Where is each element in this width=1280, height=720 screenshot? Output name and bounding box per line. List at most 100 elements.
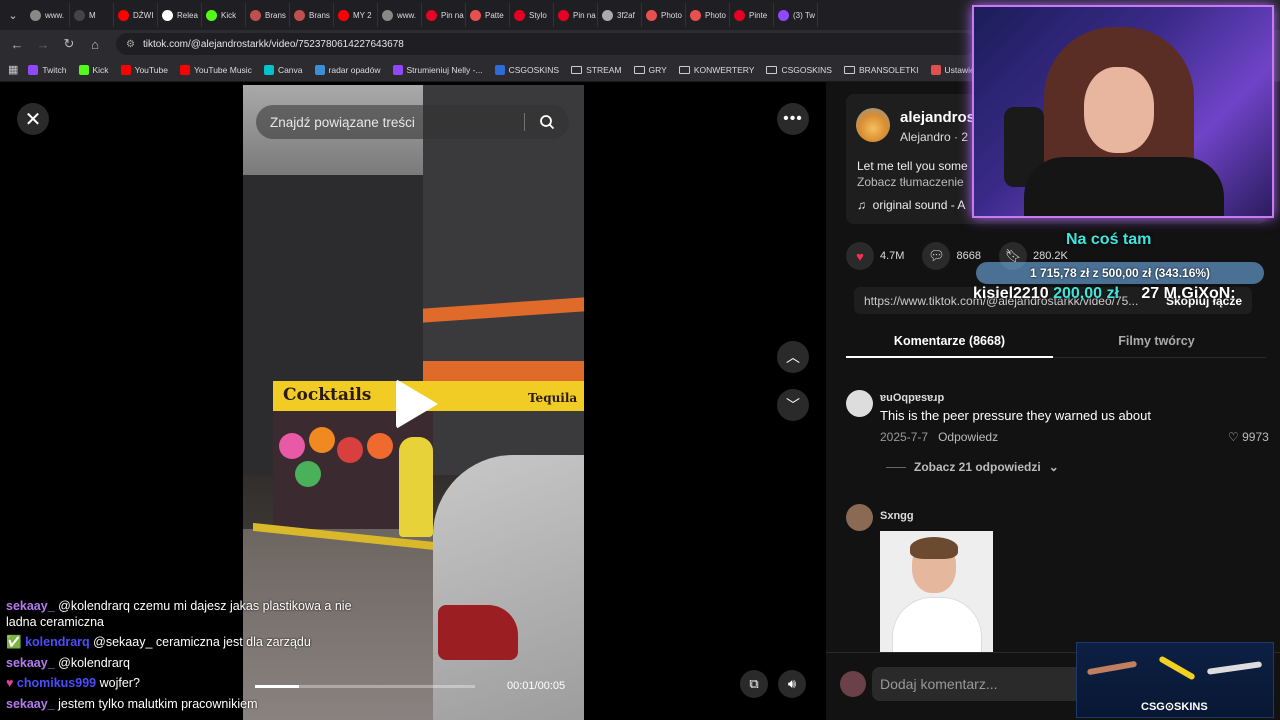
browser-tab[interactable]: Relea bbox=[158, 3, 202, 27]
related-search-bar[interactable]: Znajdź powiązane treści bbox=[256, 105, 569, 139]
volume-button[interactable]: 🔊︎ bbox=[778, 670, 806, 698]
skin-item-rifle bbox=[1206, 661, 1263, 675]
reload-icon[interactable]: ↻ bbox=[58, 33, 80, 55]
browser-tab[interactable]: M bbox=[70, 3, 114, 27]
comment-avatar[interactable] bbox=[846, 504, 873, 531]
bookmark-folder[interactable]: STREAM bbox=[571, 65, 622, 75]
sound-name: original sound - A bbox=[872, 198, 966, 212]
search-icon[interactable] bbox=[539, 114, 555, 130]
comment-action[interactable]: 💬︎ 8668 bbox=[922, 242, 981, 270]
url-field[interactable]: ⚙ tiktok.com/@alejandrostarkk/video/7523… bbox=[116, 33, 976, 55]
browser-tab[interactable]: DŹWI bbox=[114, 3, 158, 27]
comment-item: Sxngg bbox=[846, 504, 1276, 534]
chat-user: sekaay_ bbox=[6, 599, 55, 613]
tab-favicon-icon bbox=[646, 9, 657, 21]
apps-grid-icon[interactable]: ▦ bbox=[8, 63, 18, 76]
comment-username[interactable]: Sxngg bbox=[880, 510, 914, 522]
previous-video-button[interactable]: ︿ bbox=[777, 341, 809, 373]
chevron-down-icon: ⌄ bbox=[1048, 460, 1059, 474]
tab-favicon-icon bbox=[206, 9, 217, 21]
bookmark-item[interactable]: YouTube bbox=[120, 64, 168, 75]
browser-tab[interactable]: Kick bbox=[202, 3, 246, 27]
search-separator bbox=[524, 113, 525, 131]
folder-icon bbox=[766, 65, 778, 74]
browser-tab[interactable]: (3) Tw bbox=[774, 3, 818, 27]
folder-icon bbox=[678, 65, 690, 74]
bookmark-label: Twitch bbox=[42, 64, 67, 75]
webcam-overlay bbox=[972, 5, 1274, 218]
sponsor-logo: CSG⊙SKINS bbox=[1141, 701, 1208, 713]
video-building-right bbox=[423, 85, 584, 475]
close-button[interactable]: ✕ bbox=[17, 103, 49, 135]
sound-link[interactable]: ♫ original sound - A bbox=[857, 198, 965, 212]
tab-label: MY 2 bbox=[353, 10, 372, 20]
tab-favicon-icon bbox=[74, 9, 85, 21]
bookmark-item[interactable]: radar opadów bbox=[314, 64, 381, 75]
browser-tab[interactable]: Photo bbox=[642, 3, 686, 27]
view-replies-button[interactable]: Zobacz 21 odpowiedzi ⌄ bbox=[886, 460, 1059, 474]
browser-tab[interactable]: Pin na bbox=[554, 3, 598, 27]
bookmark-item[interactable]: YouTube Music bbox=[179, 64, 252, 75]
webcam-face bbox=[1084, 67, 1154, 153]
comment-avatar[interactable] bbox=[846, 390, 873, 417]
video-sign-cocktails: Cocktails bbox=[283, 385, 372, 405]
tab-label: M bbox=[89, 10, 96, 20]
comment-like-button[interactable]: ♡ 9973 bbox=[1228, 430, 1269, 444]
bookmark-item[interactable]: Twitch bbox=[28, 64, 67, 75]
home-icon[interactable]: ⌂ bbox=[84, 33, 106, 55]
tab-label: DŹWI bbox=[133, 10, 154, 20]
site-info-icon[interactable]: ⚙ bbox=[126, 39, 135, 50]
bookmark-item[interactable]: CSGOSKINS bbox=[494, 64, 559, 75]
like-action[interactable]: ♥ 4.7M bbox=[846, 242, 904, 270]
url-text: tiktok.com/@alejandrostarkk/video/752378… bbox=[142, 38, 404, 50]
tab-label: Photo bbox=[661, 10, 682, 20]
see-translation-link[interactable]: Zobacz tłumaczenie bbox=[857, 175, 964, 189]
bookmark-item[interactable]: Strumieniuj Nelly -... bbox=[392, 64, 483, 75]
chat-message: @kolendrarq bbox=[58, 655, 130, 670]
more-options-button[interactable]: ••• bbox=[777, 103, 809, 135]
tab-favicon-icon bbox=[734, 9, 745, 21]
comment-count: 8668 bbox=[956, 250, 981, 262]
tab-favicon-icon bbox=[514, 9, 525, 21]
video-flower bbox=[309, 427, 335, 453]
tab-favicon-icon bbox=[162, 9, 173, 21]
forward-arrow-icon[interactable]: → bbox=[32, 33, 54, 55]
author-handle[interactable]: alejandros bbox=[900, 109, 975, 126]
stream-chat-overlay: sekaay_ @kolendrarq czemu mi dajesz jaka… bbox=[6, 596, 426, 714]
browser-tab[interactable]: Stylo bbox=[510, 3, 554, 27]
picture-in-picture-button[interactable]: ⧉ bbox=[740, 670, 768, 698]
bookmark-folder[interactable]: KONWERTERY bbox=[678, 65, 754, 75]
author-avatar[interactable] bbox=[856, 108, 890, 142]
tab-search-chevron-icon[interactable]: ⌄ bbox=[0, 0, 26, 30]
bookmark-folder[interactable]: CSGOSKINS bbox=[766, 65, 832, 75]
tab-favicon-icon bbox=[426, 9, 437, 21]
tab-label: (3) Tw bbox=[793, 10, 816, 20]
comment-username[interactable]: ɐuOqpɐsɐɹp bbox=[880, 392, 944, 404]
play-icon[interactable] bbox=[396, 379, 438, 429]
browser-tab[interactable]: Patte bbox=[466, 3, 510, 27]
browser-tab[interactable]: www. bbox=[378, 3, 422, 27]
tab-creator-videos[interactable]: Filmy twórcy bbox=[1053, 334, 1260, 348]
browser-tab[interactable]: 3f2af bbox=[598, 3, 642, 27]
browser-tab[interactable]: MY 2 bbox=[334, 3, 378, 27]
reply-button[interactable]: Odpowiedz bbox=[938, 430, 998, 444]
comment-image[interactable] bbox=[880, 531, 993, 653]
bookmark-folder[interactable]: GRY bbox=[633, 65, 667, 75]
close-icon: ✕ bbox=[24, 108, 42, 131]
back-arrow-icon[interactable]: ← bbox=[6, 33, 28, 55]
browser-tab[interactable]: Photo bbox=[686, 3, 730, 27]
comment-item: ɐuOqpɐsɐɹp This is the peer pressure the… bbox=[846, 390, 1276, 444]
browser-tab[interactable]: Pinte bbox=[730, 3, 774, 27]
bookmark-folder[interactable]: BRANSOLETKI bbox=[843, 65, 919, 75]
comment-date: 2025-7-7 bbox=[880, 430, 929, 444]
browser-tab[interactable]: www. bbox=[26, 3, 70, 27]
heart-icon: ♥ bbox=[846, 242, 874, 270]
browser-tab[interactable]: Brans bbox=[290, 3, 334, 27]
tab-comments[interactable]: Komentarze (8668) bbox=[846, 334, 1053, 348]
browser-tab[interactable]: Brans bbox=[246, 3, 290, 27]
bookmark-item[interactable]: Kick bbox=[78, 64, 109, 75]
next-video-button[interactable]: ﹀ bbox=[777, 389, 809, 421]
browser-tab[interactable]: Pin na bbox=[422, 3, 466, 27]
bookmark-item[interactable]: Canva bbox=[263, 64, 303, 75]
chat-message: jestem tylko malutkim pracownikiem bbox=[58, 696, 258, 711]
